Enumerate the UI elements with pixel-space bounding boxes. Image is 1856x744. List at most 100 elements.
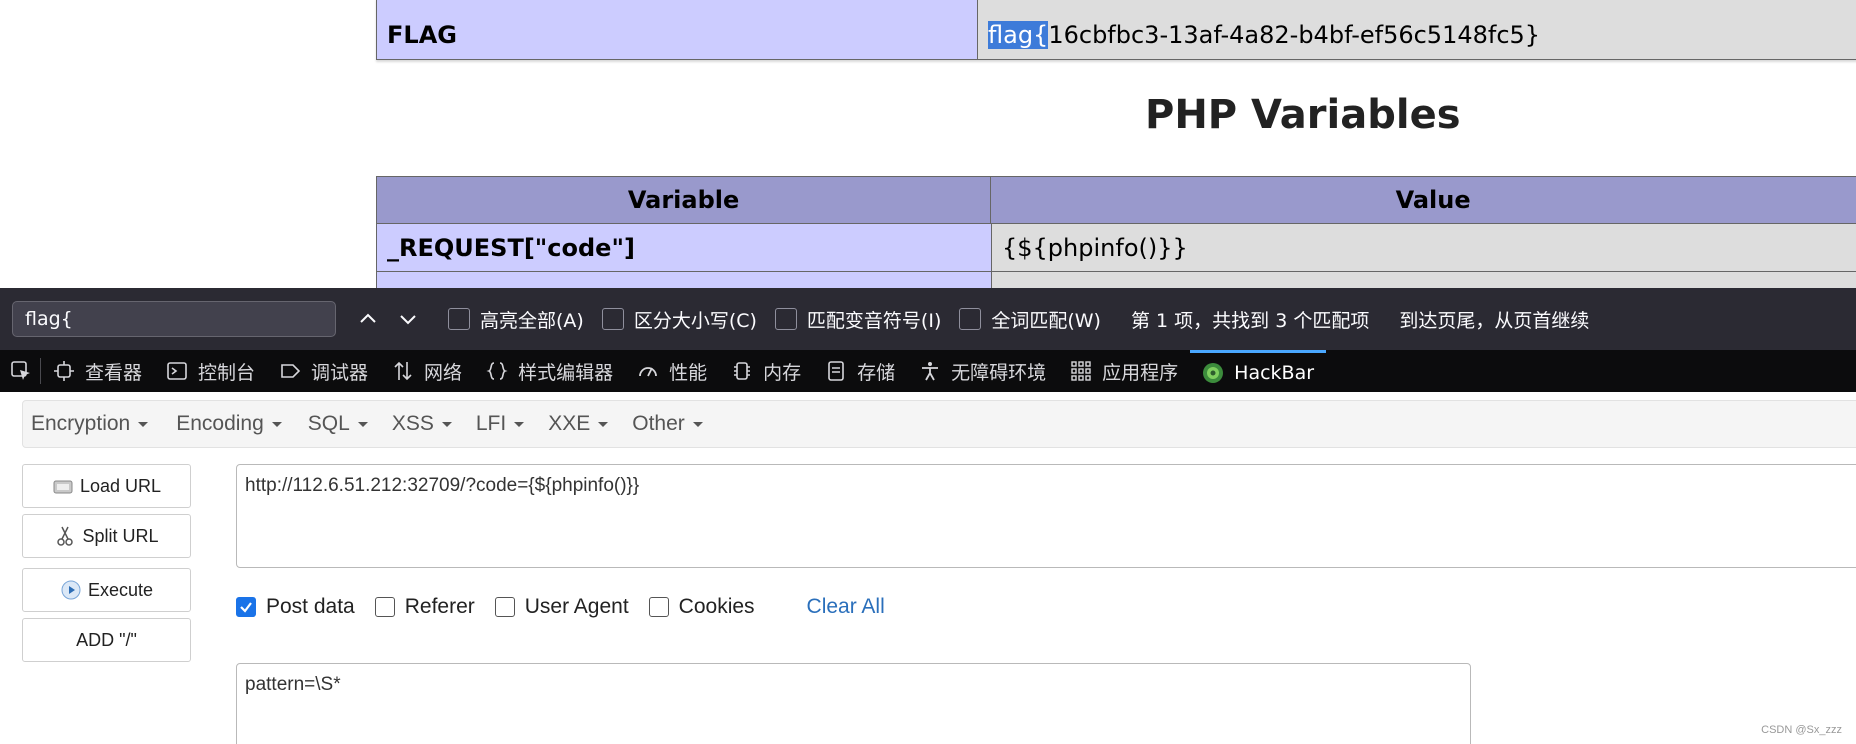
option-label: 高亮全部(A) (480, 309, 584, 332)
style-editor-icon (486, 362, 508, 380)
split-url-button[interactable]: Split URL (22, 514, 191, 558)
tab-debugger[interactable]: 调试器 (267, 350, 380, 392)
menu-lfi[interactable]: LFI (466, 412, 534, 436)
menu-other[interactable]: Other (622, 412, 713, 436)
button-label: Load URL (79, 475, 162, 496)
table-row-partial (376, 272, 1856, 288)
post-data-checkbox[interactable] (236, 597, 256, 617)
menu-label: SQL (307, 412, 350, 435)
checkbox[interactable] (959, 308, 982, 330)
network-icon (394, 361, 412, 381)
find-next-button[interactable] (388, 299, 428, 339)
option-label: 区分大小写(C) (633, 309, 757, 332)
referer-option[interactable]: Referer (374, 595, 475, 619)
find-option-match-case[interactable]: 区分大小写(C) (601, 306, 757, 333)
tab-label: 网络 (424, 361, 463, 384)
hackbar-icon (1203, 362, 1224, 383)
watermark: CSDN @Sx_zzz (1761, 724, 1842, 736)
option-label: 匹配变音符号(I) (806, 309, 942, 332)
checkbox[interactable] (774, 308, 797, 330)
add-slash-button[interactable]: ADD "/" (22, 618, 191, 662)
performance-icon (639, 367, 657, 377)
referer-checkbox[interactable] (374, 597, 395, 617)
find-option-whole-words[interactable]: 全词匹配(W) (959, 306, 1101, 333)
menu-label: XXE (548, 412, 591, 435)
hackbar-menu: Encryption Encoding SQL XSS LFI XXE Othe… (22, 400, 1856, 448)
tab-label: 查看器 (85, 361, 143, 384)
element-picker-icon (11, 361, 30, 380)
tab-inspector[interactable]: 查看器 (41, 350, 154, 392)
row-variable-partial (377, 272, 992, 288)
button-label: ADD "/" (76, 629, 137, 650)
tab-label: 存储 (857, 361, 896, 384)
tab-label: 应用程序 (1102, 361, 1179, 384)
menu-label: Encryption (31, 412, 131, 435)
caret-down-icon (514, 421, 525, 427)
tab-label: 样式编辑器 (518, 361, 614, 384)
tab-label: 性能 (669, 361, 708, 384)
menu-xss[interactable]: XSS (382, 412, 462, 436)
tab-memory[interactable]: 内存 (719, 350, 813, 392)
table-row: _REQUEST["code"] {${phpinfo()}} (376, 224, 1856, 272)
find-option-highlight-all[interactable]: 高亮全部(A) (448, 306, 584, 333)
chevron-up-icon (360, 313, 376, 323)
checkbox[interactable] (448, 308, 470, 330)
caret-down-icon (441, 421, 452, 427)
caret-down-icon (138, 421, 149, 427)
tab-network[interactable]: 网络 (380, 350, 474, 392)
tab-label: HackBar (1234, 361, 1315, 384)
flag-env-name: FLAG (377, 0, 978, 59)
find-highlight: flag{ (988, 21, 1049, 49)
user-agent-option[interactable]: User Agent (494, 595, 629, 619)
menu-encryption[interactable]: Encryption (23, 412, 158, 436)
flag-value-rest: 16cbfbc3-13af-4a82-b4bf-ef56c5148fc5} (1048, 21, 1541, 49)
find-previous-button[interactable] (348, 299, 388, 339)
hackbar-panel: Encryption Encoding SQL XSS LFI XXE Othe… (0, 392, 1856, 744)
execute-button[interactable]: Execute (22, 568, 191, 612)
table-header-row: Variable Value (376, 176, 1856, 224)
menu-label: Other (632, 412, 685, 435)
post-data-option[interactable]: Post data (236, 595, 355, 619)
menu-xxe[interactable]: XXE (538, 412, 618, 436)
application-icon (1071, 361, 1091, 381)
menu-label: XSS (391, 412, 434, 435)
element-picker-button[interactable] (0, 350, 40, 392)
tab-hackbar[interactable]: HackBar (1190, 350, 1327, 392)
url-textarea[interactable]: http://112.6.51.212:32709/?code={${phpin… (236, 464, 1856, 568)
find-wrap-notice: 到达页尾，从页首继续 (1399, 309, 1590, 332)
row-value-partial (992, 272, 1856, 288)
request-options: Post data Referer User Agent Cookies Cle… (236, 592, 885, 622)
tab-application[interactable]: 应用程序 (1058, 350, 1190, 392)
header-value: Value (1395, 186, 1471, 214)
tab-style-editor[interactable]: 样式编辑器 (474, 350, 625, 392)
row-value: {${phpinfo()}} (992, 224, 1856, 271)
caret-down-icon (271, 421, 282, 427)
cookies-option[interactable]: Cookies (648, 595, 755, 619)
caret-down-icon (692, 421, 703, 427)
load-url-button[interactable]: Load URL (22, 464, 191, 508)
tab-performance[interactable]: 性能 (625, 350, 719, 392)
find-bar: flag{ 高亮全部(A) 区分大小写(C) 匹配变音符号(I) 全词匹配(W)… (0, 288, 1856, 350)
find-option-match-diacritics[interactable]: 匹配变音符号(I) (774, 306, 942, 333)
user-agent-checkbox[interactable] (494, 597, 515, 617)
checkbox[interactable] (601, 308, 624, 330)
tab-console[interactable]: 控制台 (154, 350, 267, 392)
tab-accessibility[interactable]: 无障碍环境 (907, 350, 1058, 392)
find-input[interactable]: flag{ (12, 301, 336, 337)
tab-storage[interactable]: 存储 (813, 350, 907, 392)
checkmark-icon (240, 602, 252, 613)
php-variables-table: Variable Value _REQUEST["code"] {${phpin… (376, 176, 1856, 288)
post-data-textarea[interactable]: pattern=\S* (236, 663, 1471, 744)
storage-icon (828, 361, 844, 381)
menu-encoding[interactable]: Encoding (166, 412, 292, 436)
option-label: User Agent (524, 595, 629, 618)
button-label: Split URL (82, 525, 159, 546)
cookies-checkbox[interactable] (648, 597, 669, 617)
option-label: 全词匹配(W) (991, 309, 1101, 332)
play-icon (61, 580, 81, 600)
console-icon (167, 362, 187, 380)
clear-all-link[interactable]: Clear All (807, 595, 885, 619)
tab-label: 内存 (763, 361, 802, 384)
menu-sql[interactable]: SQL (298, 412, 378, 436)
chevron-down-icon (400, 315, 416, 325)
